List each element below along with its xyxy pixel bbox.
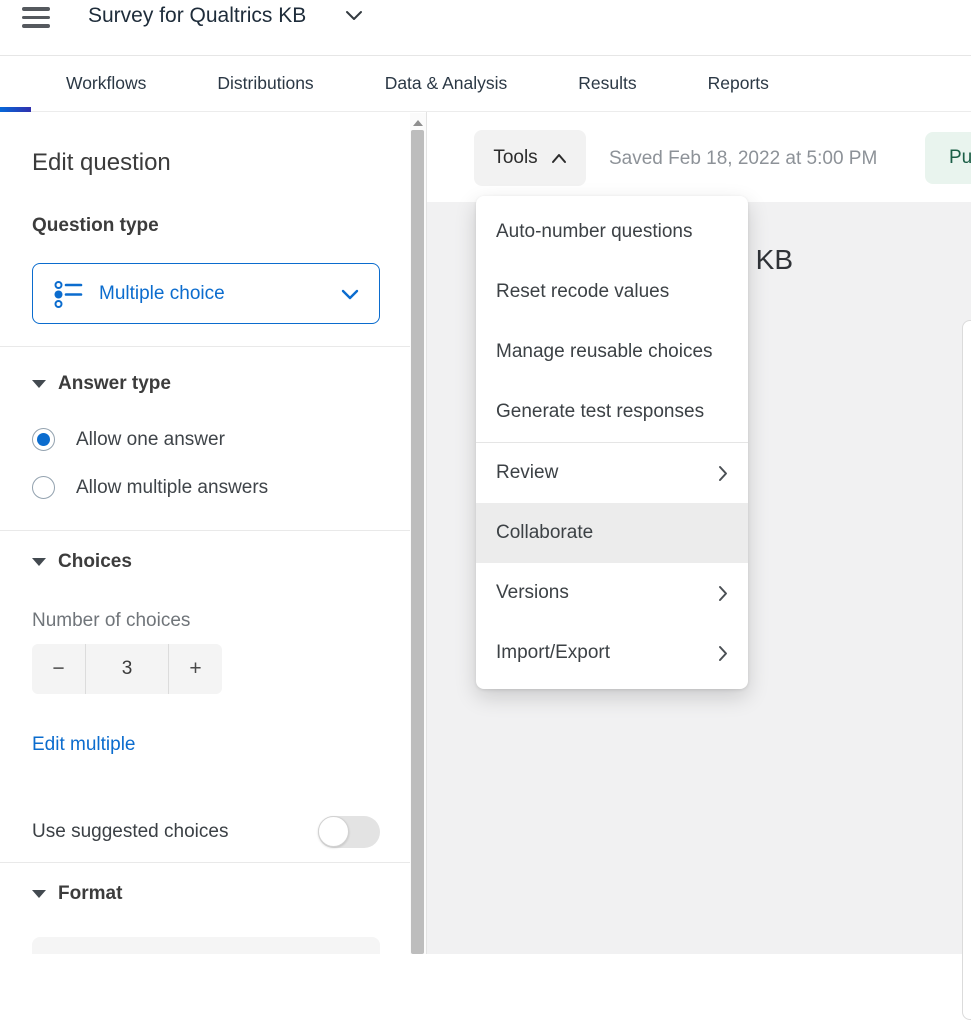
chevron-right-icon: [718, 645, 728, 662]
increase-choices-button[interactable]: +: [168, 644, 222, 694]
collapse-triangle-icon: [32, 558, 46, 566]
question-type-heading: Question type: [32, 215, 159, 237]
radio-label: Allow one answer: [76, 429, 225, 451]
format-heading: Format: [58, 883, 122, 905]
menu-item-import-export[interactable]: Import/Export: [476, 623, 748, 683]
collapse-triangle-icon: [32, 890, 46, 898]
answer-type-heading: Answer type: [58, 373, 171, 395]
tools-dropdown-menu: Auto-number questions Reset recode value…: [476, 196, 748, 689]
radio-allow-multiple-answers[interactable]: Allow multiple answers: [32, 476, 268, 499]
number-of-choices-stepper: − 3 +: [32, 644, 222, 694]
tab-workflows[interactable]: Workflows: [66, 73, 146, 94]
divider: [0, 862, 410, 863]
question-card-edge: [962, 320, 971, 1020]
menu-item-label: Collaborate: [496, 522, 593, 544]
use-suggested-choices-row: Use suggested choices: [32, 816, 380, 848]
saved-status-text: Saved Feb 18, 2022 at 5:00 PM: [609, 148, 877, 170]
hamburger-icon[interactable]: [22, 7, 50, 29]
tools-menu-button[interactable]: Tools: [474, 130, 586, 186]
menu-item-versions[interactable]: Versions: [476, 563, 748, 623]
suggested-choices-toggle[interactable]: [318, 816, 380, 848]
tools-button-label: Tools: [493, 147, 537, 169]
top-header-bar: Survey for Qualtrics KB: [0, 0, 971, 56]
active-tab-indicator: [0, 107, 31, 112]
survey-title[interactable]: Survey for Qualtrics KB: [88, 2, 306, 30]
use-suggested-choices-label: Use suggested choices: [32, 821, 228, 843]
number-of-choices-label: Number of choices: [32, 610, 190, 632]
menu-item-label: Import/Export: [496, 642, 610, 664]
sidebar-title: Edit question: [32, 149, 171, 177]
menu-item-reset-recode-values[interactable]: Reset recode values: [476, 262, 748, 322]
chevron-right-icon: [718, 465, 728, 482]
radio-unselected-icon: [32, 476, 55, 499]
chevron-down-icon[interactable]: [345, 9, 363, 21]
question-type-dropdown[interactable]: Multiple choice: [32, 263, 380, 324]
publish-button[interactable]: Publish: [925, 132, 971, 184]
edit-question-sidebar: Edit question Question type Multiple cho…: [0, 113, 410, 954]
format-section-header[interactable]: Format: [32, 883, 122, 905]
menu-item-generate-test-responses[interactable]: Generate test responses: [476, 382, 748, 442]
tab-data-analysis[interactable]: Data & Analysis: [385, 73, 508, 94]
chevron-right-icon: [718, 585, 728, 602]
choices-heading: Choices: [58, 551, 132, 573]
builder-toolbar: Tools Saved Feb 18, 2022 at 5:00 PM Publ…: [427, 112, 971, 202]
choices-count-value: 3: [86, 644, 168, 694]
menu-item-collaborate[interactable]: Collaborate: [476, 503, 748, 563]
menu-item-review[interactable]: Review: [476, 443, 748, 503]
chevron-down-icon: [341, 288, 359, 300]
chevron-up-icon: [551, 153, 567, 164]
radio-label: Allow multiple answers: [76, 477, 268, 499]
tab-distributions[interactable]: Distributions: [217, 73, 313, 94]
question-type-value: Multiple choice: [99, 283, 225, 305]
tab-reports[interactable]: Reports: [708, 73, 769, 94]
divider: [0, 530, 410, 531]
menu-item-auto-number-questions[interactable]: Auto-number questions: [476, 202, 748, 262]
format-dropdown[interactable]: [32, 937, 380, 954]
radio-allow-one-answer[interactable]: Allow one answer: [32, 428, 225, 451]
scrollbar-thumb[interactable]: [411, 130, 424, 954]
tab-results[interactable]: Results: [578, 73, 636, 94]
sidebar-scrollbar[interactable]: [410, 113, 426, 954]
edit-multiple-link[interactable]: Edit multiple: [32, 734, 136, 756]
menu-item-label: Review: [496, 462, 558, 484]
radio-selected-icon: [32, 428, 55, 451]
decrease-choices-button[interactable]: −: [32, 644, 86, 694]
menu-item-manage-reusable-choices[interactable]: Manage reusable choices: [476, 322, 748, 382]
scroll-up-arrow-icon[interactable]: [413, 120, 423, 126]
collapse-triangle-icon: [32, 380, 46, 388]
menu-item-label: Versions: [496, 582, 569, 604]
multiple-choice-list-icon: [53, 279, 83, 309]
main-nav-tabbar: Workflows Distributions Data & Analysis …: [0, 56, 971, 112]
divider: [0, 346, 410, 347]
choices-section-header[interactable]: Choices: [32, 551, 132, 573]
toggle-knob: [318, 816, 349, 847]
answer-type-section-header[interactable]: Answer type: [32, 373, 171, 395]
